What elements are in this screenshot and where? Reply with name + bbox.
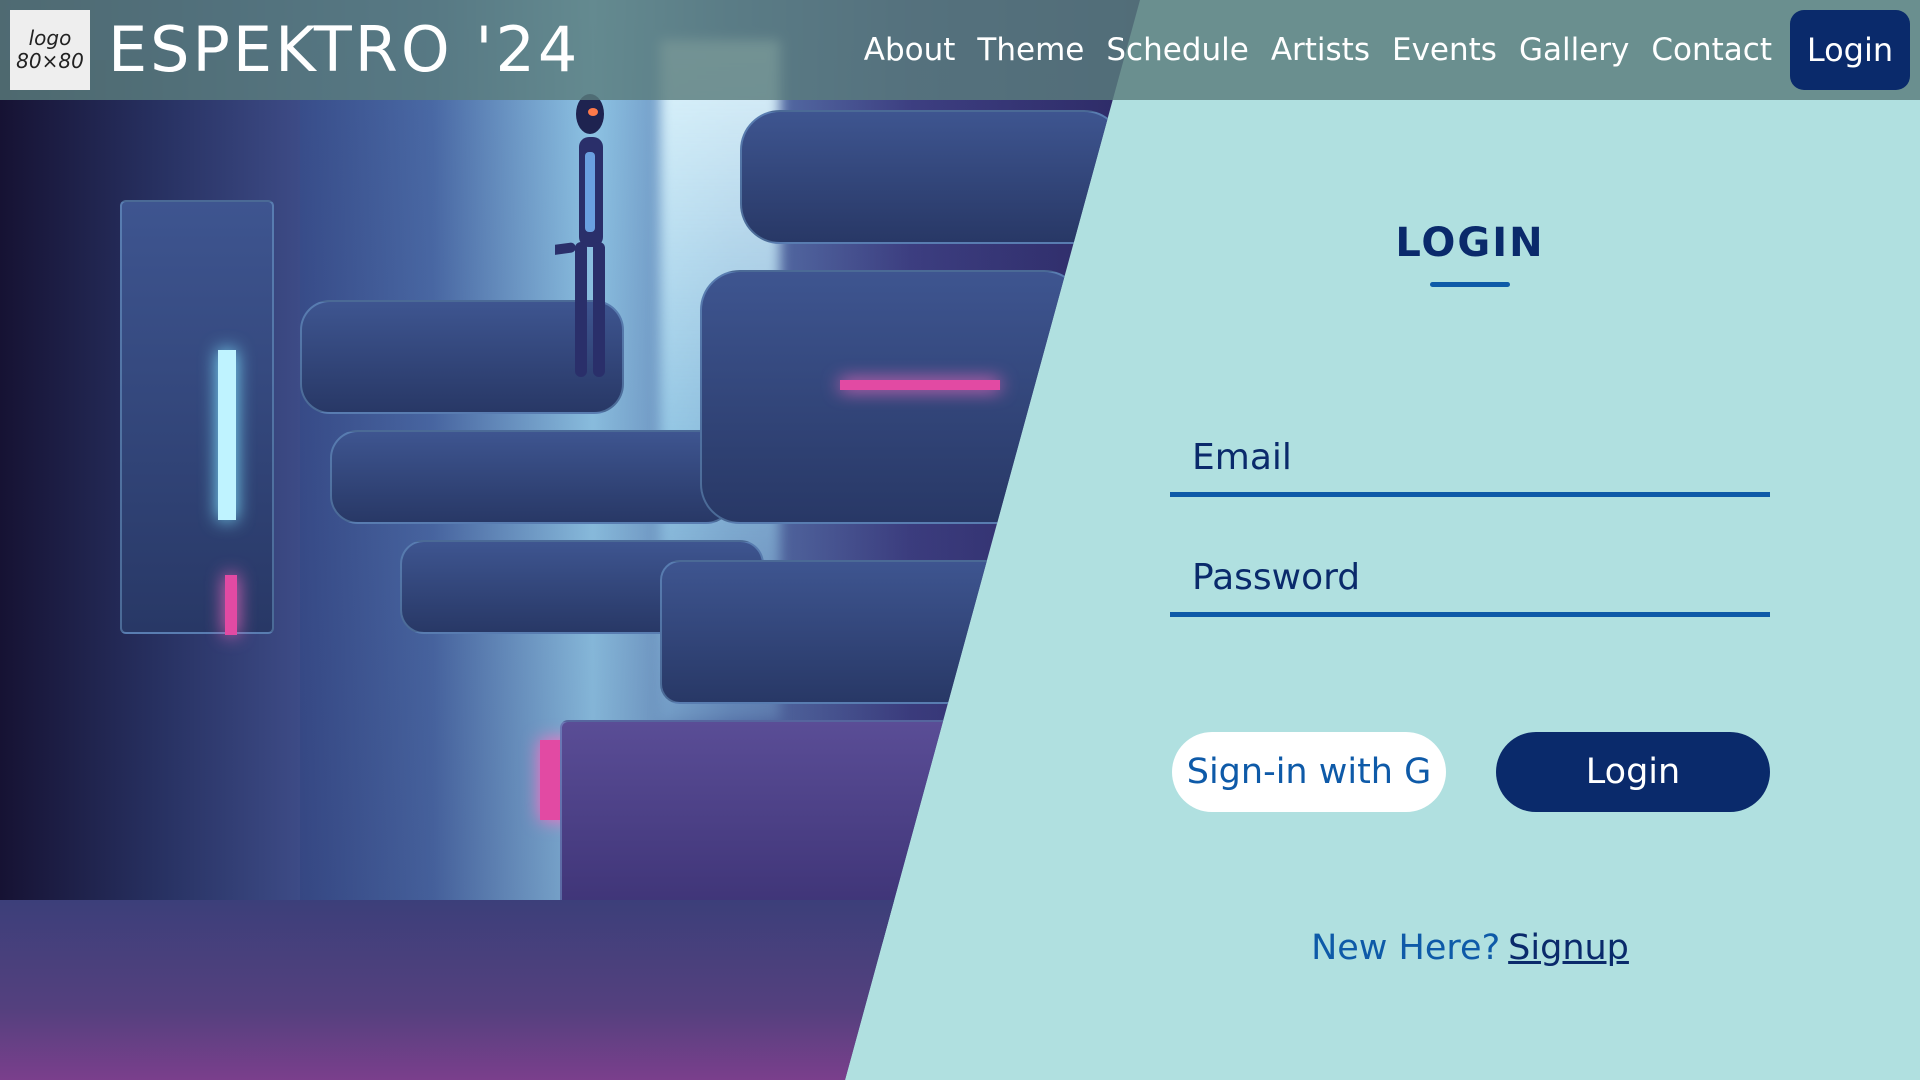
email-field bbox=[1170, 422, 1770, 497]
hero-wall-panel bbox=[120, 200, 274, 634]
login-page: logo 80×80 ESPEKTRO '24 About Theme Sche… bbox=[0, 0, 1920, 1080]
nav-link-artists[interactable]: Artists bbox=[1271, 32, 1370, 68]
nav-link-contact[interactable]: Contact bbox=[1651, 32, 1772, 68]
nav-link-events[interactable]: Events bbox=[1392, 32, 1497, 68]
logo-placeholder-text: logo bbox=[28, 26, 72, 50]
login-heading: LOGIN bbox=[1395, 220, 1545, 266]
hero-neon-light bbox=[225, 575, 237, 635]
signup-link[interactable]: Signup bbox=[1508, 928, 1629, 968]
hero-neon-light bbox=[218, 350, 236, 520]
nav-link-theme[interactable]: Theme bbox=[977, 32, 1084, 68]
password-field bbox=[1170, 542, 1770, 617]
hero-platform bbox=[740, 110, 1124, 244]
nav-link-gallery[interactable]: Gallery bbox=[1519, 32, 1629, 68]
hero-neon-light bbox=[840, 380, 1000, 390]
hero-platform bbox=[330, 430, 734, 524]
nav-links: About Theme Schedule Artists Events Gall… bbox=[864, 0, 1772, 100]
site-logo[interactable]: logo 80×80 bbox=[10, 10, 90, 90]
robot-figure-icon bbox=[555, 94, 605, 377]
hero-platform bbox=[660, 560, 1024, 704]
hero-street-floor bbox=[0, 900, 1140, 1080]
hero-cyberpunk-illustration bbox=[0, 0, 1140, 1080]
logo-placeholder-size: 80×80 bbox=[16, 49, 84, 73]
brand-title: ESPEKTRO '24 bbox=[108, 13, 581, 86]
nav-link-schedule[interactable]: Schedule bbox=[1106, 32, 1248, 68]
google-signin-button[interactable]: Sign-in with G bbox=[1172, 732, 1446, 812]
email-input[interactable] bbox=[1170, 422, 1770, 492]
top-navbar: logo 80×80 ESPEKTRO '24 About Theme Sche… bbox=[0, 0, 1920, 100]
hero-platform bbox=[700, 270, 1084, 524]
nav-link-about[interactable]: About bbox=[864, 32, 956, 68]
password-input[interactable] bbox=[1170, 542, 1770, 612]
signup-prompt: New Here? Signup bbox=[1170, 928, 1770, 968]
nav-login-button[interactable]: Login bbox=[1790, 10, 1910, 90]
login-submit-button[interactable]: Login bbox=[1496, 732, 1770, 812]
login-heading-underline bbox=[1430, 282, 1510, 287]
new-here-text: New Here? bbox=[1311, 928, 1501, 968]
